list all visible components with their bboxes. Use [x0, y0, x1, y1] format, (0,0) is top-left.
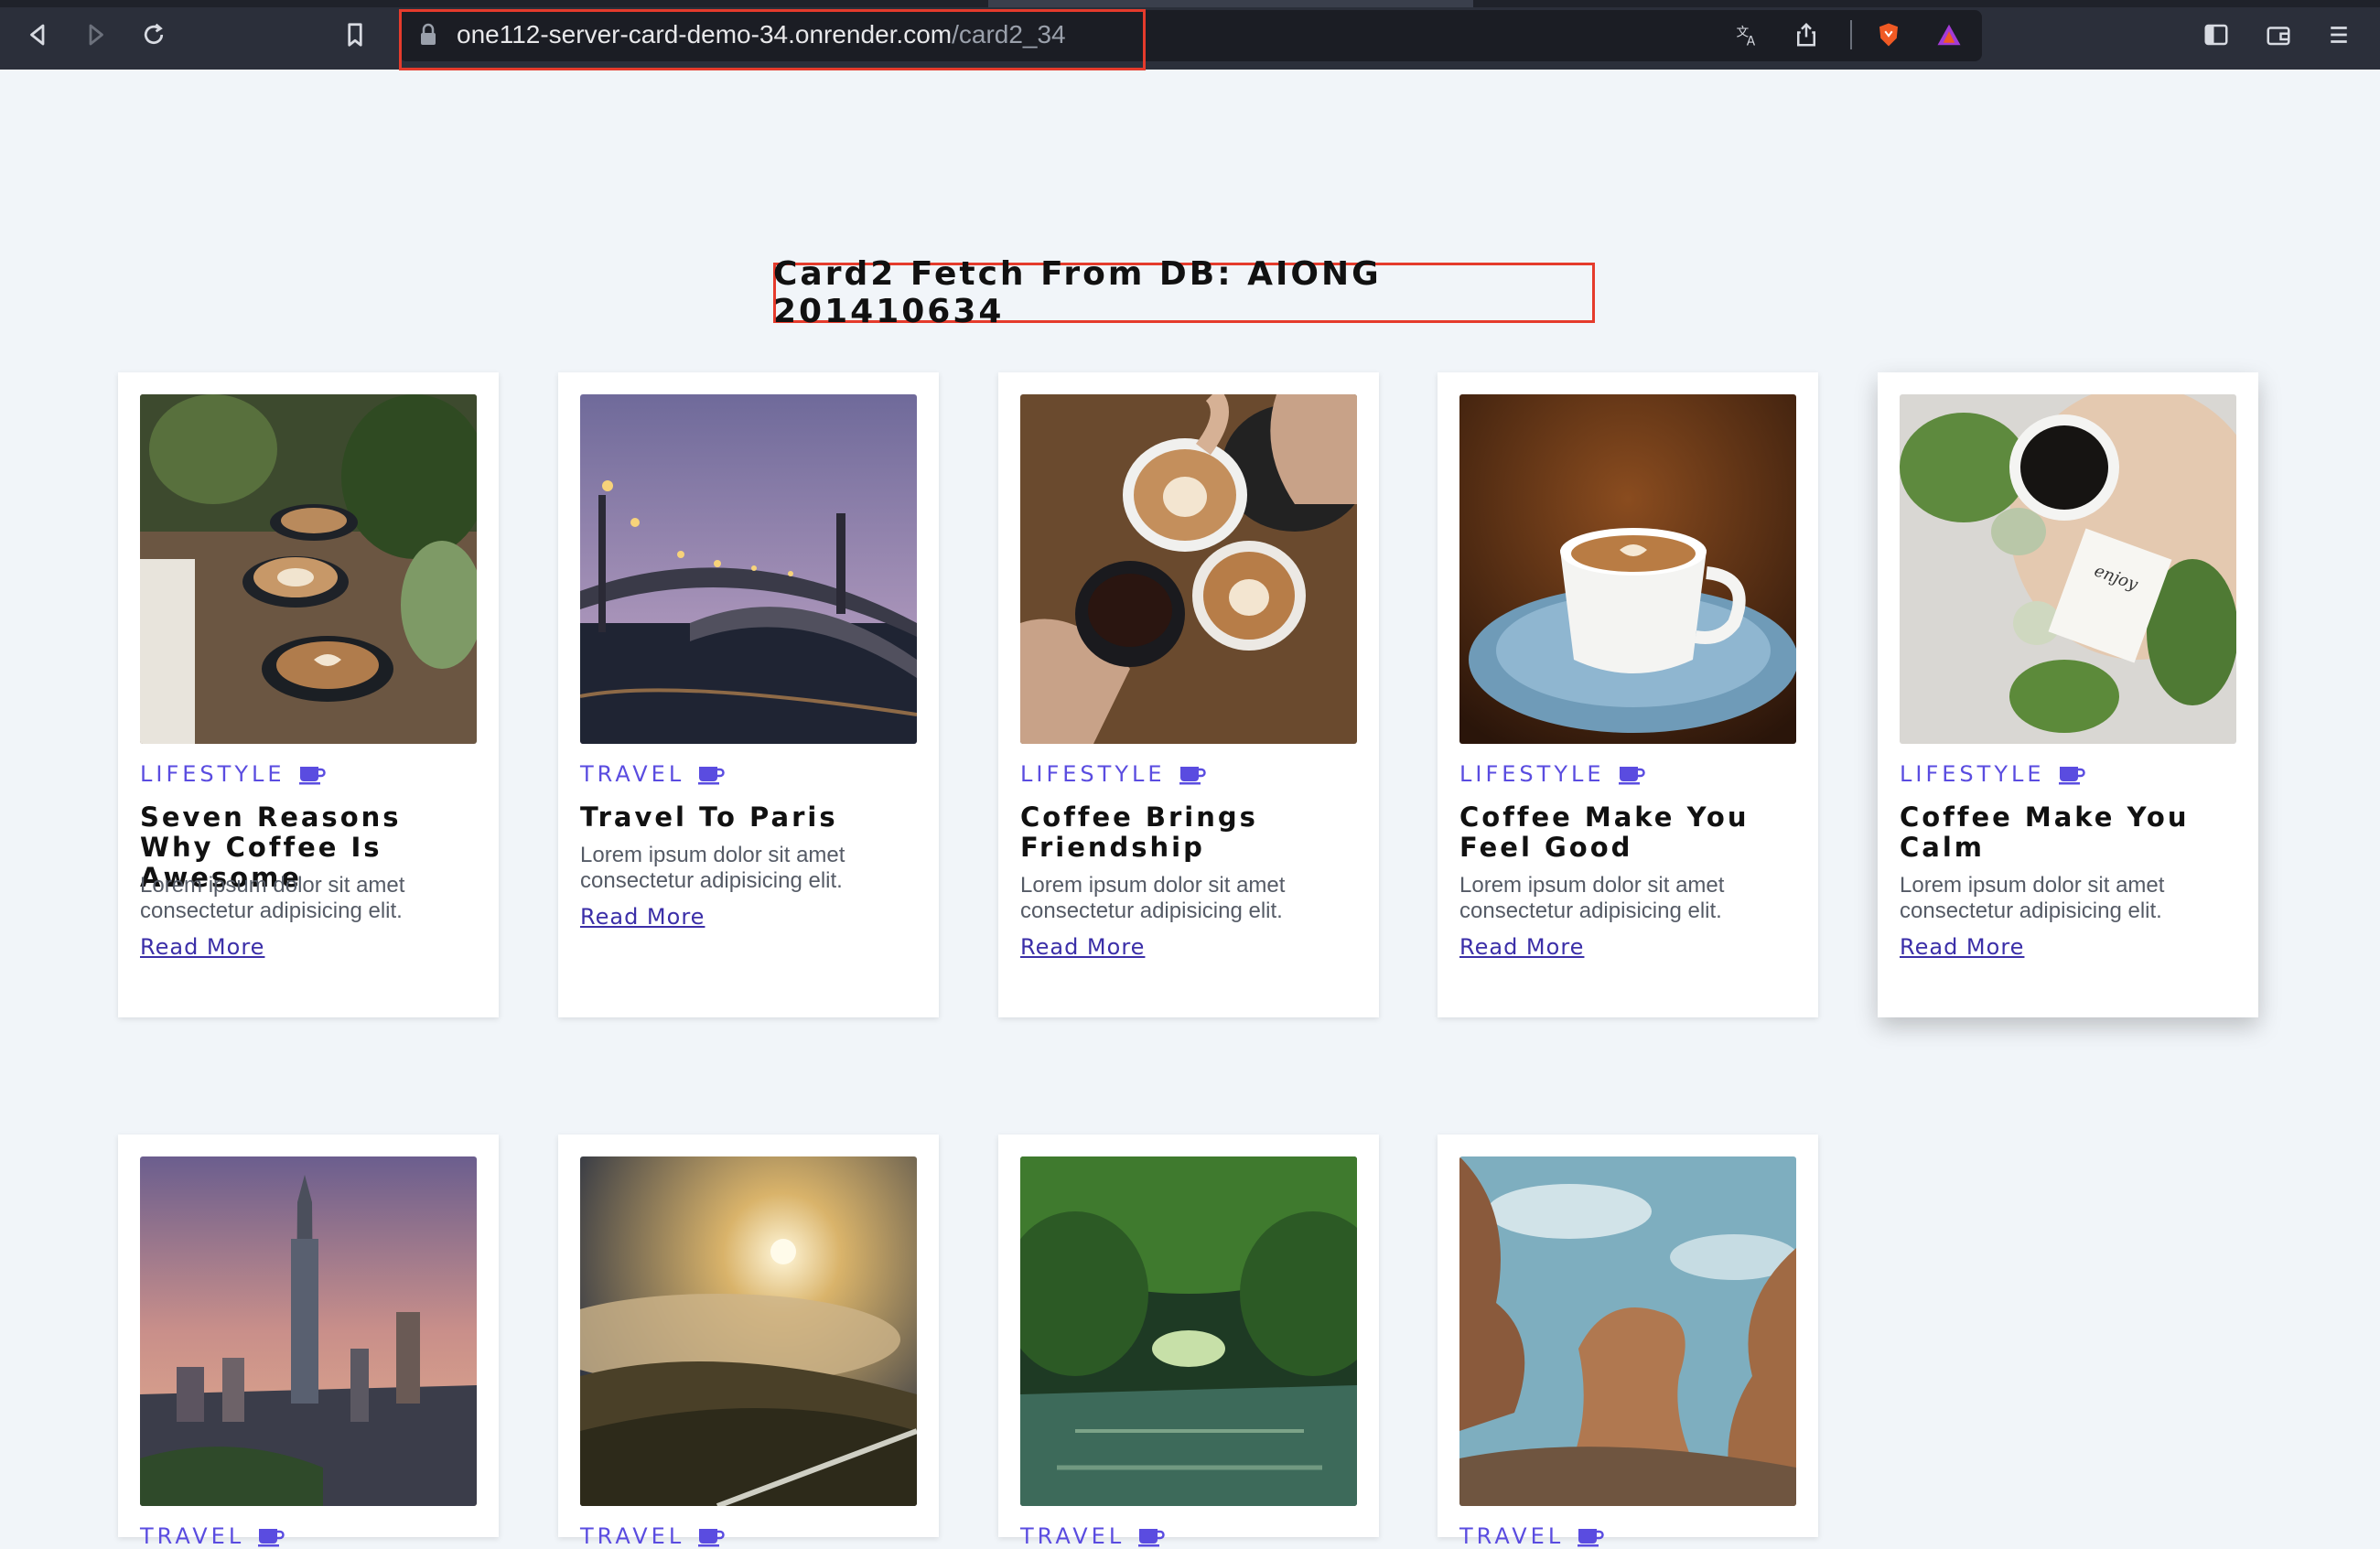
coffee-cup-icon: [1618, 767, 1645, 785]
card-category-label: TRAVEL: [580, 1523, 685, 1549]
card-title: Coffee Brings Friendship: [1020, 801, 1258, 863]
card-description: Lorem ipsum dolor sit amet consectetur a…: [1020, 873, 1286, 923]
card-category: LIFESTYLE: [1900, 761, 2085, 787]
menu-icon[interactable]: [2321, 16, 2357, 53]
card: LIFESTYLE Coffee Make You Feel Good Lore…: [1438, 372, 1818, 1017]
brave-shield-icon[interactable]: [1870, 16, 1907, 53]
card-title: Coffee Make You Calm: [1900, 801, 2190, 863]
card: LIFESTYLE Coffee Brings Friendship Lorem…: [998, 372, 1379, 1017]
sidebar-icon[interactable]: [2198, 16, 2235, 53]
card-category: TRAVEL: [580, 1523, 725, 1549]
tab-strip: [0, 0, 2380, 7]
page-title: Card2 Fetch From DB: AIONG 201410634: [773, 255, 1382, 330]
card-category-label: LIFESTYLE: [1020, 761, 1166, 787]
read-more-link[interactable]: Read More: [580, 904, 705, 930]
card-category-label: TRAVEL: [1020, 1523, 1125, 1549]
coffee-cup-icon: [1138, 1529, 1165, 1547]
card: TRAVEL: [1438, 1135, 1818, 1549]
card: TRAVEL: [118, 1135, 499, 1549]
translate-icon[interactable]: 文A: [1729, 16, 1766, 53]
card-category-label: TRAVEL: [1459, 1523, 1565, 1549]
card: TRAVEL: [998, 1135, 1379, 1549]
card: enjoy LIFESTYLE Coffee Make You Calm Lor…: [1878, 372, 2258, 1017]
card-category: LIFESTYLE: [1459, 761, 1645, 787]
coffee-cup-icon: [698, 767, 725, 785]
coffee-cup-icon: [698, 1529, 725, 1547]
card-description: Lorem ipsum dolor sit amet consectetur a…: [1459, 873, 1725, 923]
coffee-cup-icon: [258, 1529, 285, 1547]
card-category-label: TRAVEL: [580, 761, 685, 787]
card-description: Lorem ipsum dolor sit amet consectetur a…: [140, 873, 405, 923]
forward-icon[interactable]: [77, 16, 113, 53]
back-icon[interactable]: [20, 16, 57, 53]
card: TRAVEL Travel To Paris Lorem ipsum dolor…: [558, 372, 939, 1017]
read-more-link[interactable]: Read More: [1020, 934, 1145, 960]
read-more-link[interactable]: Read More: [1459, 934, 1584, 960]
card-category: LIFESTYLE: [1020, 761, 1206, 787]
url-highlight-box: [399, 9, 1146, 70]
coffee-cup-icon: [1578, 1529, 1604, 1547]
reload-icon[interactable]: [135, 16, 172, 53]
card-description: Lorem ipsum dolor sit amet consectetur a…: [580, 843, 845, 893]
card-image: [1020, 394, 1357, 744]
card-category: LIFESTYLE: [140, 761, 326, 787]
card-category: TRAVEL: [1459, 1523, 1604, 1549]
card-category: TRAVEL: [1020, 1523, 1165, 1549]
coffee-cup-icon: [2058, 767, 2085, 785]
card-category-label: LIFESTYLE: [1459, 761, 1605, 787]
share-icon[interactable]: [1788, 16, 1825, 53]
coffee-cup-icon: [1179, 767, 1206, 785]
card-category-label: LIFESTYLE: [1900, 761, 2045, 787]
card-image: [580, 394, 917, 744]
read-more-link[interactable]: Read More: [140, 934, 264, 960]
wallet-icon[interactable]: [2260, 16, 2297, 53]
card-category-label: TRAVEL: [140, 1523, 245, 1549]
card-image: [140, 1156, 477, 1506]
card-category: TRAVEL: [140, 1523, 285, 1549]
card-image: [580, 1156, 917, 1506]
active-tab-indicator[interactable]: [988, 0, 1473, 7]
card-image: enjoy: [1900, 394, 2236, 744]
card-category: TRAVEL: [580, 761, 725, 787]
card: LIFESTYLE Seven Reasons Why Coffee Is Aw…: [118, 372, 499, 1017]
card-image: [1459, 1156, 1796, 1506]
bookmark-icon[interactable]: [337, 16, 373, 53]
coffee-cup-icon: [298, 767, 326, 785]
card-category-label: LIFESTYLE: [140, 761, 285, 787]
card-title: Travel To Paris: [580, 801, 838, 833]
card-image: [1459, 394, 1796, 744]
card-image: [140, 394, 477, 744]
card-title: Coffee Make You Feel Good: [1459, 801, 1750, 863]
card-description: Lorem ipsum dolor sit amet consectetur a…: [1900, 873, 2165, 923]
card: TRAVEL: [558, 1135, 939, 1549]
toolbar-separator: [1850, 20, 1852, 49]
card-image: [1020, 1156, 1357, 1506]
browser-toolbar: one112-server-card-demo-34.onrender.com/…: [0, 0, 2380, 70]
read-more-link[interactable]: Read More: [1900, 934, 2024, 960]
brave-rewards-icon[interactable]: [1931, 16, 1967, 53]
svg-text:A: A: [1747, 34, 1756, 48]
